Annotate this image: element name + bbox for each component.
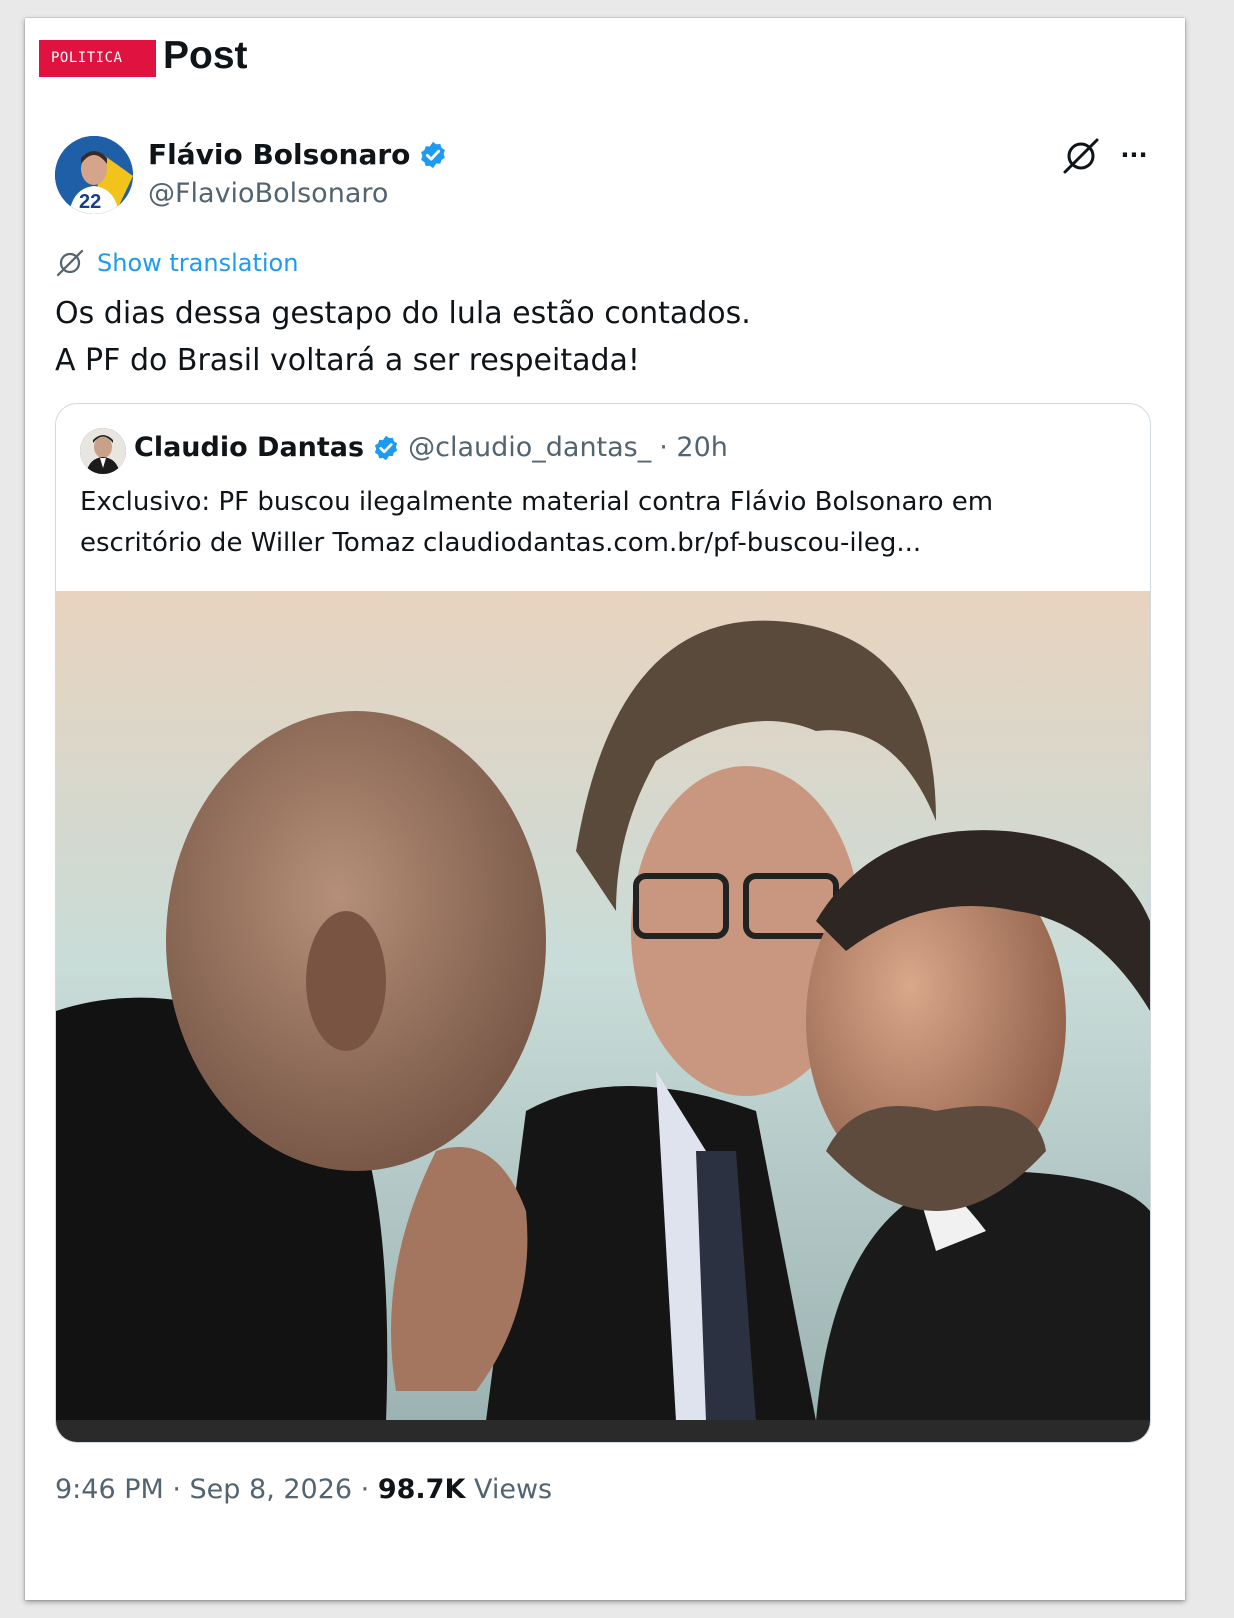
- quote-author-name[interactable]: Claudio Dantas: [134, 432, 364, 463]
- media-bar: [56, 1420, 1150, 1442]
- quote-author-handle[interactable]: @claudio_dantas_: [408, 432, 651, 463]
- avatar-number: 22: [79, 191, 101, 213]
- show-translation-link[interactable]: Show translation: [97, 249, 298, 277]
- tweet-line: A PF do Brasil voltará a ser respeitada!: [55, 343, 640, 378]
- show-translation[interactable]: Show translation: [55, 248, 298, 278]
- tweet-line: Os dias dessa gestapo do lula estão cont…: [55, 296, 751, 331]
- quote-text: Exclusivo: PF buscou ilegalmente materia…: [80, 482, 1130, 564]
- tweet-text: Os dias dessa gestapo do lula estão cont…: [55, 290, 1155, 384]
- author-name[interactable]: Flávio Bolsonaro: [148, 138, 410, 171]
- section-tag: POLITICA: [39, 40, 156, 77]
- meta-separator: ·: [163, 1474, 190, 1505]
- post-date[interactable]: Sep 8, 2026: [190, 1474, 353, 1505]
- more-icon[interactable]: ···: [1115, 140, 1153, 170]
- quote-line: escritório de Willer Tomaz claudiodantas…: [80, 528, 922, 558]
- post-card: POLITICA Post 22 Flávio Bolsonaro @Flavi…: [25, 18, 1185, 1600]
- views-count[interactable]: 98.7K: [378, 1474, 466, 1505]
- post-meta: 9:46 PM · Sep 8, 2026 · 98.7K Views: [55, 1474, 552, 1505]
- verified-icon: [421, 141, 446, 168]
- quote-line: Exclusivo: PF buscou ilegalmente materia…: [80, 487, 994, 517]
- author-avatar[interactable]: 22: [55, 136, 133, 214]
- translate-icon: [56, 249, 84, 277]
- quote-photo[interactable]: [56, 591, 1150, 1421]
- author-handle[interactable]: @FlavioBolsonaro: [148, 178, 388, 209]
- verified-icon: [375, 435, 398, 460]
- author-name-row[interactable]: Flávio Bolsonaro: [148, 138, 448, 171]
- grok-icon[interactable]: [1061, 136, 1101, 176]
- quoted-tweet[interactable]: Claudio Dantas @claudio_dantas_ · 20h Ex…: [55, 403, 1151, 1443]
- quote-avatar[interactable]: [80, 428, 126, 474]
- meta-separator: ·: [352, 1474, 378, 1505]
- views-label: Views: [465, 1474, 553, 1505]
- post-time[interactable]: 9:46 PM: [55, 1474, 164, 1505]
- quote-time[interactable]: · 20h: [659, 432, 728, 463]
- quote-header[interactable]: Claudio Dantas @claudio_dantas_ · 20h: [134, 432, 728, 463]
- page-title: Post: [163, 34, 248, 77]
